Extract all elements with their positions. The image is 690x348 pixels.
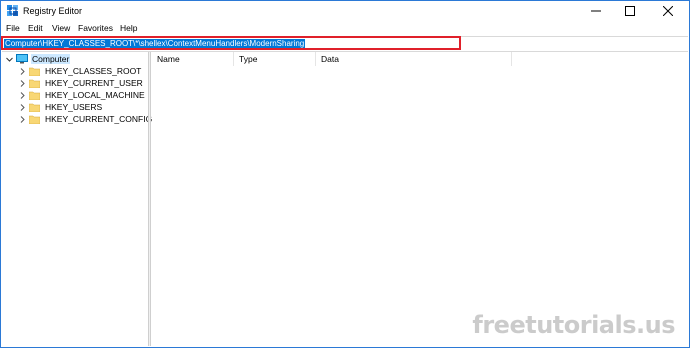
- folder-icon: [28, 79, 41, 88]
- close-icon: [663, 6, 673, 16]
- column-header-type[interactable]: Type: [234, 52, 316, 66]
- folder-icon: [28, 91, 41, 100]
- registry-editor-icon: [7, 5, 19, 17]
- registry-editor-window: Registry Editor File Edit View Favorites…: [0, 0, 690, 348]
- computer-icon: [16, 54, 28, 64]
- address-highlight-annotation: [1, 36, 461, 50]
- folder-icon: [28, 115, 41, 124]
- pane-splitter[interactable]: [148, 52, 151, 346]
- watermark: freetutorials.us: [472, 311, 675, 339]
- tree-label: HKEY_CURRENT_USER: [45, 78, 143, 88]
- folder-icon: [28, 103, 41, 112]
- chevron-right-icon[interactable]: [18, 79, 26, 87]
- values-list-pane[interactable]: Name Type Data: [152, 52, 688, 346]
- chevron-right-icon[interactable]: [18, 103, 26, 111]
- tree-item-hkey-current-config[interactable]: HKEY_CURRENT_CONFIG: [18, 113, 153, 125]
- menu-view[interactable]: View: [52, 23, 70, 33]
- tree-item-computer[interactable]: Computer: [5, 53, 71, 65]
- menu-file[interactable]: File: [6, 23, 20, 33]
- tree-label: HKEY_USERS: [45, 102, 103, 112]
- column-header-data[interactable]: Data: [316, 52, 512, 66]
- tree-item-hkey-classes-root[interactable]: HKEY_CLASSES_ROOT: [18, 65, 142, 77]
- tree-item-hkey-current-user[interactable]: HKEY_CURRENT_USER: [18, 77, 144, 89]
- window-title: Registry Editor: [23, 6, 83, 16]
- maximize-button[interactable]: [615, 1, 645, 21]
- tree-item-hkey-users[interactable]: HKEY_USERS: [18, 101, 103, 113]
- menu-bar: File Edit View Favorites Help: [1, 21, 689, 35]
- chevron-right-icon[interactable]: [18, 67, 26, 75]
- menu-edit[interactable]: Edit: [28, 23, 43, 33]
- menu-favorites[interactable]: Favorites: [78, 23, 113, 33]
- tree-pane[interactable]: Computer HKEY_CLASSES_ROOT HKEY_CURRENT_…: [2, 52, 152, 346]
- maximize-icon: [625, 6, 635, 16]
- title-bar[interactable]: Registry Editor: [1, 1, 689, 21]
- chevron-right-icon[interactable]: [18, 115, 26, 123]
- tree-label: HKEY_CURRENT_CONFIG: [45, 114, 153, 124]
- tree-label-computer: Computer: [31, 54, 71, 64]
- minimize-button[interactable]: [581, 1, 611, 21]
- tree-label: HKEY_CLASSES_ROOT: [45, 66, 142, 76]
- menu-help[interactable]: Help: [120, 23, 137, 33]
- folder-icon: [28, 67, 41, 76]
- close-button[interactable]: [653, 1, 683, 21]
- tree-label: HKEY_LOCAL_MACHINE: [45, 90, 145, 100]
- minimize-icon: [591, 6, 601, 16]
- tree-item-hkey-local-machine[interactable]: HKEY_LOCAL_MACHINE: [18, 89, 146, 101]
- chevron-right-icon[interactable]: [18, 91, 26, 99]
- column-header-name[interactable]: Name: [152, 52, 234, 66]
- chevron-down-icon[interactable]: [5, 55, 13, 63]
